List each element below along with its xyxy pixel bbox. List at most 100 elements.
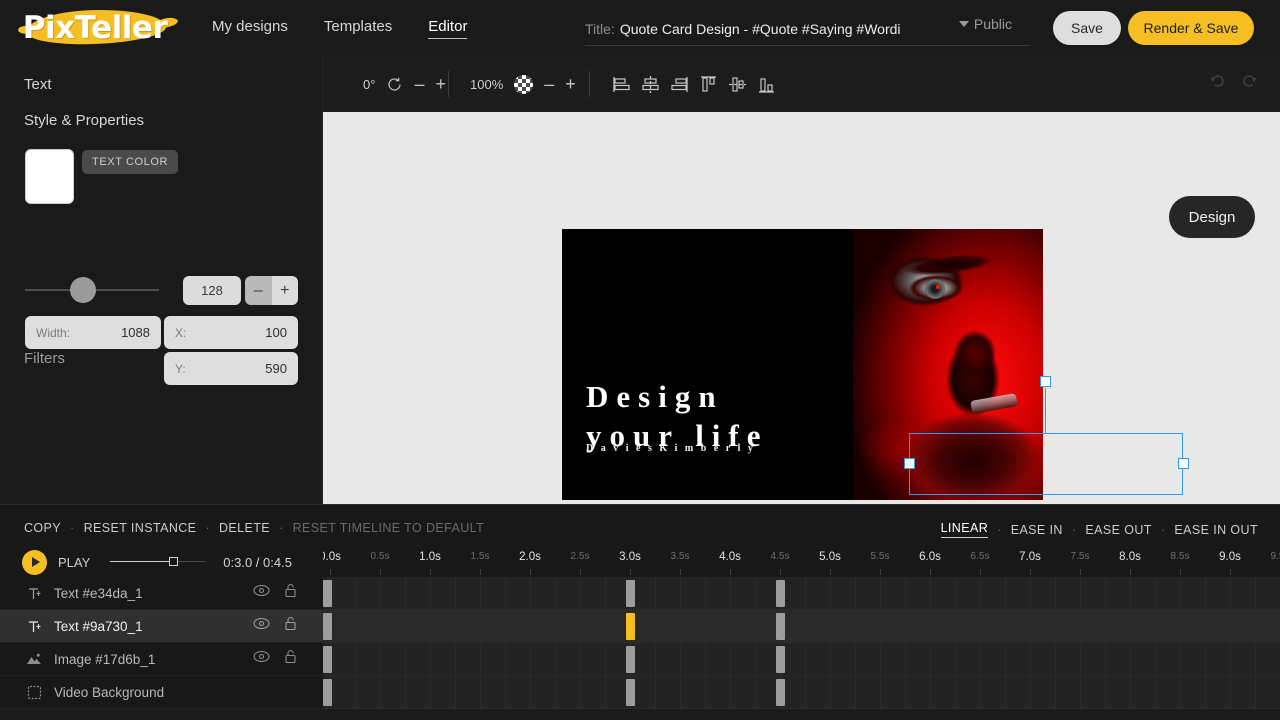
timeline-track-row[interactable] — [323, 676, 1280, 709]
layer-name: Text #e34da_1 — [54, 585, 143, 601]
align-center-horizontal-icon[interactable] — [640, 74, 661, 95]
eye-icon[interactable] — [253, 584, 270, 602]
align-top-icon[interactable] — [698, 74, 719, 95]
timeline-scrubber[interactable] — [110, 556, 206, 568]
portrait-image-layer[interactable] — [841, 229, 1043, 500]
track-gridline — [705, 610, 706, 642]
keyframe-end[interactable] — [776, 613, 785, 640]
rotation-decrease-button[interactable]: – — [414, 75, 424, 93]
nav-item-editor[interactable]: Editor — [428, 18, 468, 39]
undo-icon[interactable] — [1209, 72, 1227, 90]
pixteller-logo[interactable]: PixTeller — [20, 6, 170, 50]
reset-timeline-action[interactable]: RESET TIMELINE TO DEFAULT — [293, 521, 485, 535]
keyframe-start[interactable] — [323, 613, 332, 640]
timeline-track-row[interactable] — [323, 577, 1280, 610]
x-position-field[interactable]: X: 100 — [164, 316, 298, 349]
text-color-swatch[interactable] — [25, 149, 74, 204]
keyframe-current[interactable] — [626, 580, 635, 607]
track-gridline — [1155, 643, 1156, 675]
easing-ease-in-out[interactable]: EASE IN OUT — [1174, 523, 1258, 537]
keyframe-start[interactable] — [323, 679, 332, 706]
keyframe-current[interactable] — [626, 679, 635, 706]
width-field[interactable]: Width: 1088 — [25, 316, 161, 349]
opacity-decrease-button[interactable]: – — [544, 75, 554, 93]
unlock-icon[interactable] — [284, 583, 297, 603]
canvas-stage[interactable]: Design Design your life DaviesKimberly — [323, 112, 1280, 504]
opacity-increase-button[interactable]: + — [565, 75, 576, 93]
layer-row-image-17d6b[interactable]: Image #17d6b_1 — [0, 643, 323, 676]
rotation-handle[interactable] — [1040, 376, 1051, 387]
align-right-icon[interactable] — [669, 74, 690, 95]
visibility-select[interactable]: Public — [958, 16, 1012, 32]
keyframe-current[interactable] — [626, 646, 635, 673]
y-position-field[interactable]: Y: 590 — [164, 352, 298, 385]
save-button[interactable]: Save — [1053, 11, 1121, 45]
nav-item-my-designs[interactable]: My designs — [212, 18, 288, 38]
track-gridline — [1180, 610, 1181, 642]
layer-row-video-background[interactable]: Video Background — [0, 676, 323, 709]
ruler-tick-mark — [480, 569, 481, 575]
keyframe-selected[interactable] — [626, 613, 635, 640]
track-gridline — [1205, 577, 1206, 609]
opacity-checker-icon[interactable] — [514, 74, 534, 94]
track-gridline — [930, 643, 931, 675]
track-gridline — [430, 610, 431, 642]
layer-row-text-9a730[interactable]: Text #9a730_1 — [0, 610, 323, 643]
track-gridline — [430, 643, 431, 675]
timeline-track-row[interactable] — [323, 643, 1280, 676]
reset-instance-action[interactable]: RESET INSTANCE — [84, 521, 197, 535]
delete-action[interactable]: DELETE — [219, 521, 270, 535]
text-color-chip[interactable]: TEXT COLOR — [82, 150, 179, 174]
subline-text-layer[interactable]: DaviesKimberly — [586, 443, 760, 454]
layer-row-text-e34da[interactable]: Text #e34da_1 — [0, 577, 323, 610]
easing-ease-out[interactable]: EASE OUT — [1085, 523, 1151, 537]
timeline-track-row[interactable] — [323, 610, 1280, 643]
font-size-increase-button[interactable]: + — [271, 276, 298, 305]
easing-ease-in[interactable]: EASE IN — [1011, 523, 1063, 537]
ruler-tick-mark — [730, 569, 731, 575]
unlock-icon[interactable] — [284, 649, 297, 669]
eye-icon[interactable] — [253, 617, 270, 635]
play-button[interactable] — [22, 549, 47, 575]
timeline-tracks[interactable] — [323, 577, 1280, 709]
title-input[interactable]: Quote Card Design - #Quote #Saying #Word… — [620, 21, 900, 37]
track-gridline — [805, 643, 806, 675]
keyframe-start[interactable] — [323, 580, 332, 607]
track-gridline — [1105, 676, 1106, 708]
playback-controls: PLAY 0:3.0 / 0:4.5 — [0, 545, 323, 579]
filters-title[interactable]: Filters — [24, 350, 65, 367]
track-gridline — [355, 577, 356, 609]
eye-icon[interactable] — [253, 650, 270, 668]
align-left-icon[interactable] — [611, 74, 632, 95]
keyframe-end[interactable] — [776, 646, 785, 673]
font-size-slider-knob[interactable] — [70, 277, 96, 303]
unlock-icon[interactable] — [284, 616, 297, 636]
track-gridline — [730, 676, 731, 708]
resize-handle-left[interactable] — [904, 458, 915, 469]
track-gridline — [1180, 676, 1181, 708]
resize-handle-right[interactable] — [1178, 458, 1189, 469]
rotation-increase-button[interactable]: + — [435, 75, 446, 93]
rotate-reset-icon[interactable] — [386, 76, 403, 93]
nav-item-templates[interactable]: Templates — [324, 18, 392, 38]
design-panel-button[interactable]: Design — [1169, 196, 1255, 238]
track-gridline — [380, 676, 381, 708]
copy-action[interactable]: COPY — [24, 521, 61, 535]
redo-icon[interactable] — [1240, 72, 1258, 90]
track-gridline — [580, 577, 581, 609]
align-bottom-icon[interactable] — [756, 74, 777, 95]
artboard[interactable]: Design your life DaviesKimberly — [562, 229, 1043, 500]
easing-linear[interactable]: LINEAR — [940, 521, 989, 538]
timeline-ruler[interactable]: 0.0s 0.5s 1.0s 1.5s 2.0s 2.5s 3.0s 3.5s 4.0s 4.5s… — [323, 545, 1280, 577]
align-center-vertical-icon[interactable] — [727, 74, 748, 95]
keyframe-end[interactable] — [776, 679, 785, 706]
rotation-group: 0° – + — [363, 75, 446, 93]
checkbox-icon[interactable] — [24, 685, 44, 700]
track-gridline — [380, 643, 381, 675]
scrubber-handle[interactable] — [169, 557, 179, 566]
font-size-input[interactable]: 128 — [183, 276, 241, 305]
render-save-button[interactable]: Render & Save — [1128, 11, 1254, 45]
font-size-decrease-button[interactable]: – — [245, 276, 272, 305]
keyframe-end[interactable] — [776, 580, 785, 607]
keyframe-start[interactable] — [323, 646, 332, 673]
